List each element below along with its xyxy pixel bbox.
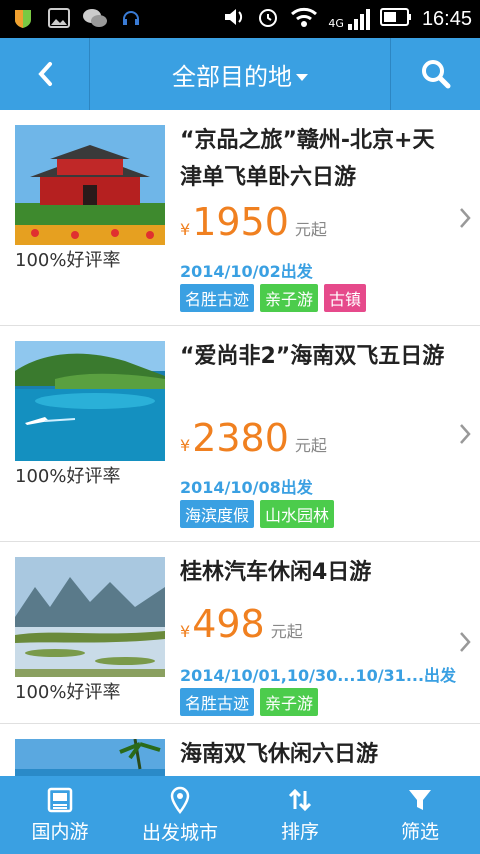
tour-title[interactable]: “爱尚非2”海南双飞五日游 xyxy=(180,338,450,375)
caret-down-icon xyxy=(296,73,308,81)
network-type-label: 4G xyxy=(328,17,344,30)
tour-thumbnail xyxy=(15,739,165,776)
search-icon xyxy=(421,60,450,89)
chevron-right-icon xyxy=(460,208,471,228)
sort-icon xyxy=(288,788,312,811)
tag-list: 海滨度假 山水园林 xyxy=(180,500,335,528)
tag: 亲子游 xyxy=(260,688,319,716)
chevron-left-icon xyxy=(37,62,52,86)
page-title: 全部目的地 xyxy=(172,62,292,91)
wifi-icon xyxy=(290,6,318,32)
tag: 古镇 xyxy=(324,284,367,312)
tab-domestic-travel[interactable]: 国内游 xyxy=(0,776,120,854)
filter-icon xyxy=(409,789,431,810)
tag: 海滨度假 xyxy=(180,500,255,528)
tab-departure-city[interactable]: 出发城市 xyxy=(120,776,240,854)
destination-dropdown[interactable]: 全部目的地 xyxy=(90,38,390,110)
volume-icon xyxy=(222,6,246,32)
tab-label: 筛选 xyxy=(400,820,439,843)
tour-title[interactable]: “京品之旅”赣州-北京+天津单飞单卧六日游 xyxy=(180,122,450,196)
back-button[interactable] xyxy=(0,38,90,110)
tab-label: 出发城市 xyxy=(141,821,218,844)
alarm-icon xyxy=(256,5,280,33)
tab-sort[interactable]: 排序 xyxy=(240,776,360,854)
price-unit: 元起 xyxy=(294,436,327,455)
domestic-travel-icon xyxy=(47,787,73,812)
price-amount: 2380 xyxy=(192,416,289,460)
rating-label: 100%好评率 xyxy=(15,250,121,271)
signal-icon: 4G xyxy=(328,8,370,30)
support-headset-icon xyxy=(118,5,144,31)
gallery-icon xyxy=(46,5,72,31)
price: ¥ 1950 元起 xyxy=(180,200,327,244)
currency-symbol: ¥ xyxy=(180,436,191,455)
search-button[interactable] xyxy=(390,38,480,110)
departure-date: 2014/10/01,10/30...10/31...出发 xyxy=(180,666,457,685)
chevron-right-icon xyxy=(460,424,471,444)
departure-date: 2014/10/08出发 xyxy=(180,478,313,497)
app-notification-icon xyxy=(10,5,36,31)
price-unit: 元起 xyxy=(270,622,303,641)
battery-icon xyxy=(379,7,412,31)
rating-label: 100%好评率 xyxy=(15,682,121,703)
price-amount: 498 xyxy=(192,602,265,646)
tour-thumbnail xyxy=(15,557,165,677)
currency-symbol: ¥ xyxy=(180,220,191,239)
tab-label: 排序 xyxy=(280,820,319,843)
app-header: 全部目的地 xyxy=(0,38,480,110)
tour-title[interactable]: 桂林汽车休闲4日游 xyxy=(180,554,450,591)
bottom-nav: 国内游 出发城市 排序 筛选 xyxy=(0,776,480,854)
tag-list: 名胜古迹 亲子游 古镇 xyxy=(180,284,367,312)
tag: 山水园林 xyxy=(260,500,335,528)
price-amount: 1950 xyxy=(192,200,289,244)
list-item[interactable]: 100%好评率 桂林汽车休闲4日游 ¥ 498 元起 2014/10/01,10… xyxy=(0,542,480,724)
rating-label: 100%好评率 xyxy=(15,466,121,487)
tab-filter[interactable]: 筛选 xyxy=(360,776,480,854)
wechat-icon xyxy=(82,5,108,31)
list-item[interactable]: 100%好评率 “京品之旅”赣州-北京+天津单飞单卧六日游 ¥ 1950 元起 … xyxy=(0,110,480,326)
tour-thumbnail xyxy=(15,125,165,245)
list-item[interactable]: 海南双飞休闲六日游 xyxy=(0,724,480,776)
currency-symbol: ¥ xyxy=(180,622,191,641)
chevron-right-icon xyxy=(460,632,471,652)
price: ¥ 498 元起 xyxy=(180,602,303,646)
tour-list[interactable]: 100%好评率 “京品之旅”赣州-北京+天津单飞单卧六日游 ¥ 1950 元起 … xyxy=(0,110,480,776)
price: ¥ 2380 元起 xyxy=(180,416,327,460)
clock: 16:45 xyxy=(421,7,472,30)
tag: 名胜古迹 xyxy=(180,688,255,716)
tab-label: 国内游 xyxy=(31,820,89,843)
tag: 亲子游 xyxy=(260,284,319,312)
tag: 名胜古迹 xyxy=(180,284,255,312)
tour-thumbnail xyxy=(15,341,165,461)
location-pin-icon xyxy=(170,786,190,814)
price-unit: 元起 xyxy=(294,220,327,239)
departure-date: 2014/10/02出发 xyxy=(180,262,313,281)
tour-title[interactable]: 海南双飞休闲六日游 xyxy=(180,736,450,773)
list-item[interactable]: 100%好评率 “爱尚非2”海南双飞五日游 ¥ 2380 元起 2014/10/… xyxy=(0,326,480,542)
status-bar: 4G 16:45 xyxy=(0,0,480,38)
tag-list: 名胜古迹 亲子游 xyxy=(180,688,319,716)
